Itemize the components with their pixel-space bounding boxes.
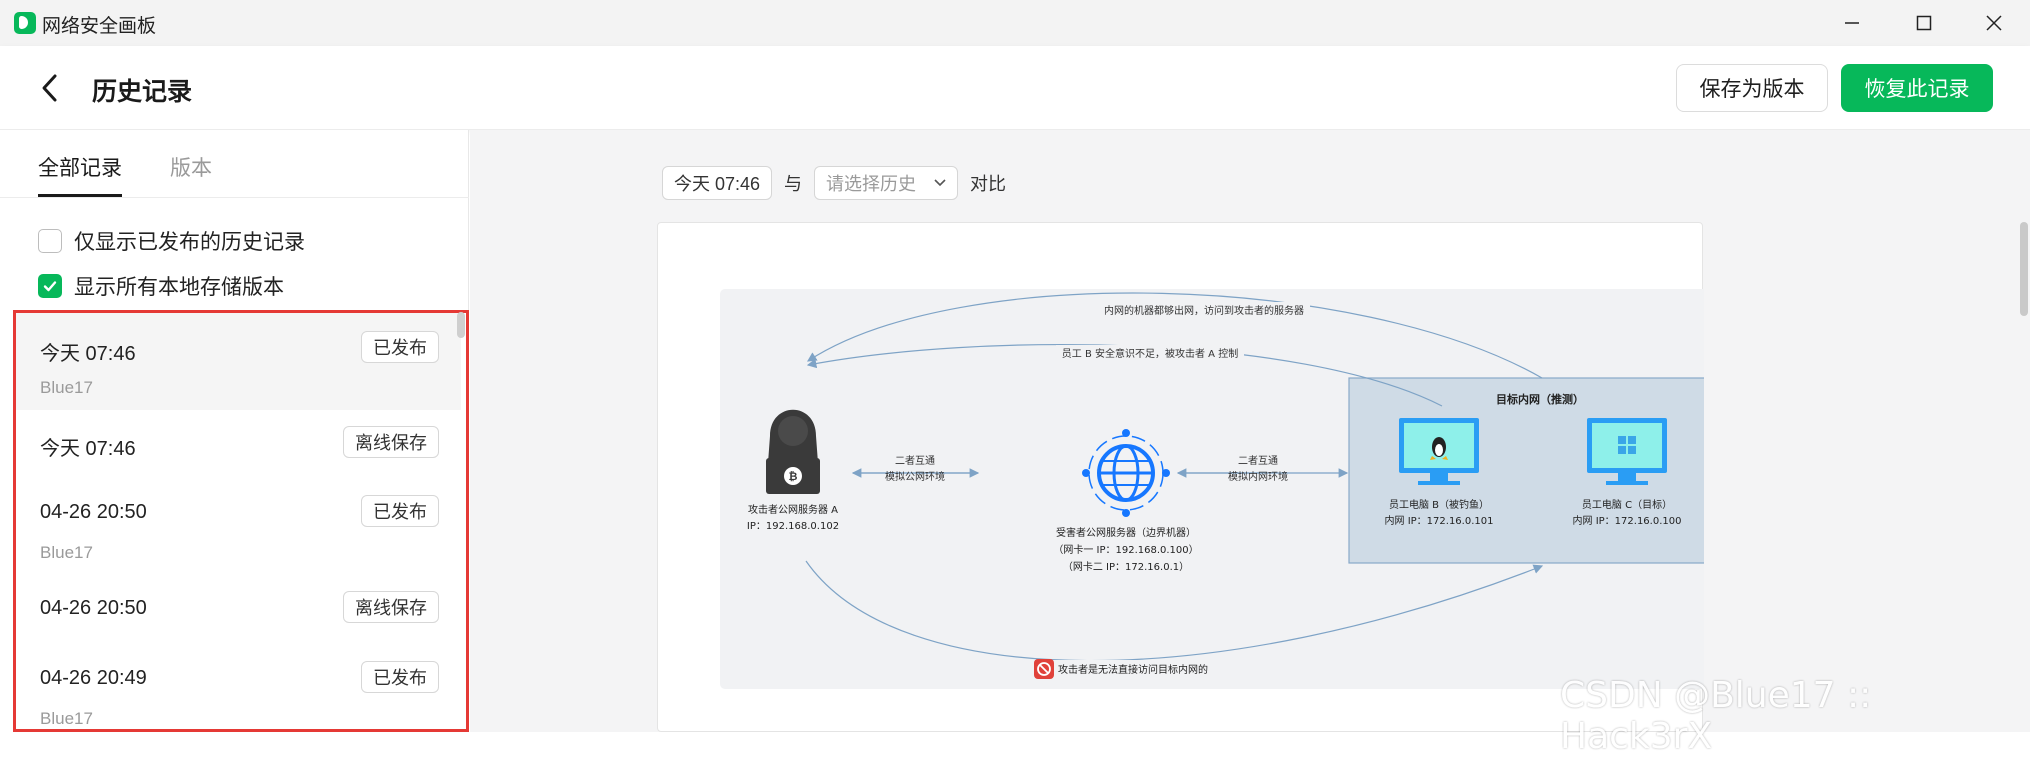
- watermark: CSDN @Blue17 :: Hack3rX: [1560, 675, 1872, 757]
- page-title: 历史记录: [92, 78, 193, 106]
- filter-published-label: 仅显示已发布的历史记录: [74, 231, 305, 254]
- window-title: 网络安全画板: [42, 16, 157, 37]
- compare-action[interactable]: 对比: [970, 170, 1006, 196]
- page-header: 历史记录 保存为版本 恢复此记录: [0, 46, 2030, 130]
- hacker-icon: ₿: [766, 409, 820, 494]
- history-list: 今天 07:46 已发布 Blue17 今天 07:46 离线保存 04-26 …: [13, 310, 469, 732]
- control-label: 员工 B 安全意识不足，被攻击者 A 控制: [1062, 347, 1238, 360]
- svg-text:₿: ₿: [789, 470, 798, 483]
- restore-record-button[interactable]: 恢复此记录: [1841, 64, 1993, 112]
- history-item[interactable]: 04-26 20:50 离线保存: [16, 575, 461, 641]
- history-item[interactable]: 今天 07:46 离线保存: [16, 410, 461, 475]
- history-item-time: 今天 07:46: [40, 438, 136, 460]
- target-zone-title: 目标内网（推测）: [1496, 392, 1584, 406]
- history-item[interactable]: 04-26 20:50 已发布 Blue17: [16, 475, 461, 575]
- minimize-icon: [1845, 22, 1859, 24]
- history-item-user: Blue17: [40, 709, 93, 728]
- filter-local-label: 显示所有本地存储版本: [74, 276, 284, 299]
- network-diagram: 目标内网（推测） 内网的机器都够出网，访问到攻击者的服务器 员工 B 安全意识不…: [720, 289, 1768, 689]
- victim-name: 受害者公网服务器（边界机器）: [1056, 526, 1196, 539]
- attacker-name: 攻击者公网服务器 A: [748, 503, 838, 516]
- maximize-button[interactable]: [1888, 0, 1960, 46]
- close-button[interactable]: [1958, 0, 2030, 46]
- outbound-label: 内网的机器都够出网，访问到攻击者的服务器: [1104, 304, 1304, 317]
- filter-local-versions[interactable]: 显示所有本地存储版本: [38, 271, 284, 301]
- link-public-label-1: 二者互通: [895, 455, 935, 467]
- chevron-down-icon: [934, 179, 946, 187]
- history-item-time: 04-26 20:49: [40, 667, 147, 689]
- history-item-user: Blue17: [40, 543, 93, 562]
- pc-b-name: 员工电脑 B（被钓鱼）: [1389, 498, 1489, 511]
- tab-versions[interactable]: 版本: [170, 152, 212, 182]
- close-icon: [1986, 15, 2002, 31]
- current-record-tag: 今天 07:46: [662, 166, 773, 200]
- tab-divider: [0, 197, 469, 198]
- diagram-canvas: 目标内网（推测） 内网的机器都够出网，访问到攻击者的服务器 员工 B 安全意识不…: [657, 222, 1768, 732]
- status-badge: 离线保存: [343, 591, 439, 623]
- checkbox-checked[interactable]: [38, 274, 62, 298]
- compare-with-label: 与: [784, 174, 803, 194]
- pc-c-name: 员工电脑 C（目标）: [1582, 498, 1672, 511]
- history-item[interactable]: 今天 07:46 已发布 Blue17: [16, 313, 461, 410]
- forbidden-icon: [1034, 659, 1054, 679]
- history-item[interactable]: 04-26 20:49 已发布 Blue17: [16, 641, 461, 729]
- save-as-version-button[interactable]: 保存为版本: [1676, 64, 1828, 112]
- back-button[interactable]: [30, 68, 70, 108]
- status-badge: 离线保存: [343, 426, 439, 458]
- app-logo-icon: [14, 12, 36, 34]
- attacker-ip: IP：192.168.0.102: [747, 521, 839, 532]
- link-public-label-2: 模拟公网环境: [885, 470, 945, 483]
- maximize-icon: [1916, 15, 1932, 31]
- checkbox-unchecked[interactable]: [38, 229, 62, 253]
- tab-all-records[interactable]: 全部记录: [38, 152, 122, 182]
- history-sidebar: 全部记录 版本 仅显示已发布的历史记录 显示所有本地存储版本 今天 07:46 …: [0, 130, 469, 732]
- preview-scrollbar[interactable]: [2020, 222, 2028, 316]
- title-bar: 网络安全画板: [0, 0, 2030, 46]
- status-badge: 已发布: [361, 495, 439, 527]
- blocked-label: 攻击者是无法直接访问目标内网的: [1058, 663, 1208, 676]
- history-item-time: 04-26 20:50: [40, 501, 147, 523]
- link-intranet-label-2: 模拟内网环境: [1228, 470, 1288, 483]
- check-icon: [43, 281, 57, 292]
- compare-bar: 今天 07:46 与 请选择历史 对比: [662, 166, 1018, 200]
- history-select-placeholder: 请选择历史: [826, 174, 917, 194]
- minimize-button[interactable]: [1816, 0, 1888, 46]
- pc-c-ip: 内网 IP：172.16.0.100: [1573, 514, 1682, 527]
- victim-nic2: （网卡二 IP：172.16.0.1）: [1063, 560, 1189, 573]
- history-item-time: 今天 07:46: [40, 343, 136, 365]
- status-badge: 已发布: [361, 661, 439, 693]
- history-item-user: Blue17: [40, 378, 93, 397]
- sidebar-scrollbar[interactable]: [457, 312, 465, 338]
- link-intranet-label-1: 二者互通: [1238, 455, 1278, 467]
- victim-nic1: （网卡一 IP：192.168.0.100）: [1053, 543, 1198, 556]
- history-item-time: 04-26 20:50: [40, 597, 147, 619]
- status-badge: 已发布: [361, 331, 439, 363]
- chevron-left-icon: [42, 74, 57, 102]
- filter-published-only[interactable]: 仅显示已发布的历史记录: [38, 226, 305, 256]
- preview-area: 今天 07:46 与 请选择历史 对比 目标内网（推测） 内网的机器都够出网，访…: [470, 130, 2030, 732]
- history-select[interactable]: 请选择历史: [814, 166, 959, 200]
- pc-b-ip: 内网 IP：172.16.0.101: [1385, 514, 1494, 527]
